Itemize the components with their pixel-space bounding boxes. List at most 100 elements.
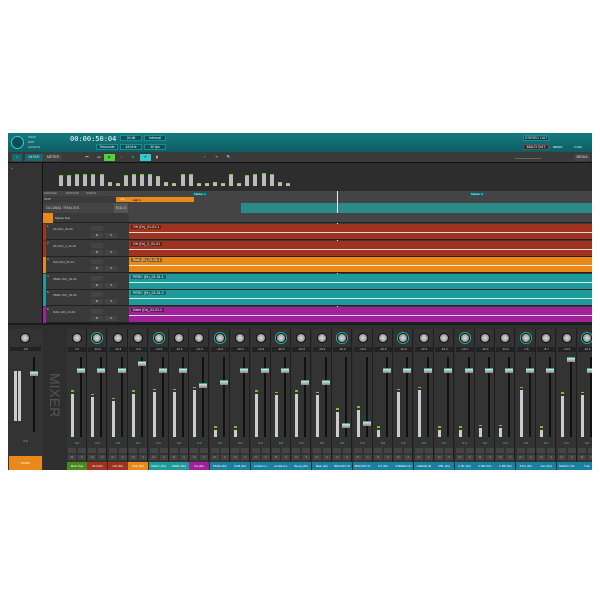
- insert-button[interactable]: [251, 448, 260, 453]
- mute-button[interactable]: M: [91, 249, 103, 255]
- channel-name[interactable]: KBL (Dr): [434, 462, 455, 470]
- track-header[interactable]: 2 OH (Dr)_1_01-01 M S: [43, 240, 129, 257]
- info-button[interactable]: i: [12, 154, 22, 161]
- solo-button[interactable]: S: [78, 455, 86, 460]
- monitor-button[interactable]: [282, 448, 290, 453]
- solo-button[interactable]: S: [506, 455, 515, 460]
- channel-name[interactable]: SHAFLY (D: [556, 462, 577, 470]
- solo-button[interactable]: S: [404, 455, 413, 460]
- clip-label[interactable]: OH (Dr)_01-01.1: [131, 225, 162, 229]
- track-header[interactable]: 5 PERC (Dr)_01-01 M S: [43, 290, 129, 306]
- master-bus-header[interactable]: Master Bus: [43, 213, 129, 223]
- mute-button[interactable]: M: [455, 455, 464, 460]
- solo-button[interactable]: S: [424, 455, 433, 460]
- insert-button[interactable]: [476, 448, 484, 453]
- channel-name[interactable]: BRCAST (P: [332, 462, 353, 470]
- solo-button[interactable]: S: [526, 455, 535, 460]
- volume-fader[interactable]: [321, 379, 330, 385]
- pan-knob[interactable]: [418, 333, 429, 343]
- monitor-button[interactable]: [159, 448, 168, 453]
- solo-button[interactable]: S: [200, 455, 209, 460]
- volume-fader[interactable]: [138, 360, 147, 366]
- channel-name[interactable]: CREVE (D: [413, 462, 434, 470]
- sample-rate-button[interactable]: 48 kHz: [120, 144, 142, 150]
- mixer-tab[interactable]: MIXER: [25, 154, 43, 161]
- channel-name[interactable]: OH (Dr): [87, 462, 108, 470]
- track-lane[interactable]: OH (Dr)_01-01.1: [129, 224, 592, 240]
- monitor-button[interactable]: [241, 448, 250, 453]
- volume-fader[interactable]: [117, 368, 126, 374]
- volume-fader[interactable]: [505, 368, 514, 374]
- monitor-button[interactable]: [486, 448, 494, 453]
- insert-button[interactable]: [374, 448, 382, 453]
- mute-button[interactable]: M: [91, 233, 103, 238]
- track-lane[interactable]: PERC (Dr)_01-01.2: [129, 290, 592, 306]
- channel-name[interactable]: OH (Dr): [107, 462, 128, 470]
- channel-name[interactable]: Tran: [577, 462, 592, 470]
- lock-icon[interactable]: ▮: [153, 154, 161, 161]
- pan-knob[interactable]: [500, 333, 511, 343]
- solo-button[interactable]: S: [282, 455, 290, 460]
- pan-knob[interactable]: [480, 333, 490, 343]
- channel-name[interactable]: BRCAST (P: [352, 462, 373, 470]
- monitor-button[interactable]: [261, 448, 270, 453]
- skip-region[interactable]: skip 4: [129, 197, 194, 202]
- monitor-button[interactable]: [118, 448, 127, 453]
- clip-label[interactable]: Dxbe (Dr)_01-01.1: [131, 307, 164, 312]
- insert-button[interactable]: [435, 448, 444, 453]
- marker-1[interactable]: Marker 1: [192, 192, 208, 196]
- stop-button[interactable]: ■: [129, 154, 137, 161]
- insert-button[interactable]: [68, 448, 76, 453]
- mute-button[interactable]: M: [91, 299, 103, 304]
- solo-button[interactable]: S: [105, 266, 117, 271]
- mute-button[interactable]: M: [353, 455, 362, 460]
- channel-name[interactable]: Kick (Dr): [128, 462, 149, 470]
- solo-button[interactable]: SOLO: [114, 203, 128, 213]
- insert-button[interactable]: [537, 448, 546, 453]
- volume-fader[interactable]: [383, 368, 391, 374]
- mute-button[interactable]: M: [251, 455, 260, 460]
- clip-label[interactable]: Kick (Dr)_01-01.1: [131, 258, 163, 262]
- solo-button[interactable]: S: [105, 315, 117, 321]
- solo-button[interactable]: S: [98, 455, 107, 460]
- loop-region[interactable]: [241, 203, 592, 213]
- channel-name[interactable]: PERC (Dr): [169, 462, 189, 470]
- panel-item[interactable]: ▸: [11, 166, 39, 170]
- record-arm-button[interactable]: [91, 242, 103, 248]
- insert-button[interactable]: [353, 448, 362, 453]
- channel-name[interactable]: Ambient L: [271, 462, 291, 470]
- mute-button[interactable]: M: [129, 455, 138, 460]
- solo-button[interactable]: S: [384, 455, 392, 460]
- monitor-button[interactable]: [384, 448, 392, 453]
- mute-button[interactable]: M: [231, 455, 240, 460]
- insert-button[interactable]: [292, 448, 301, 453]
- volume-fader[interactable]: [485, 368, 493, 374]
- timeline-ruler[interactable]: skip 4 Marker 1 Marker 2: [129, 191, 592, 213]
- clip-label[interactable]: OH (Dr)_2_01-01: [131, 241, 163, 246]
- channel-name[interactable]: Bump (Dr): [291, 462, 312, 470]
- track-header[interactable]: 1 OH (Dr)_01-01 M S: [43, 224, 129, 240]
- meter-tab[interactable]: METER: [44, 154, 62, 161]
- record-arm-button[interactable]: [91, 308, 103, 314]
- volume-fader[interactable]: [362, 420, 371, 426]
- volume-fader[interactable]: [158, 368, 167, 374]
- record-arm-button[interactable]: [91, 275, 103, 281]
- solo-button[interactable]: S: [118, 455, 127, 460]
- track-lane[interactable]: PERC (Dr)_01-01.1: [129, 273, 592, 290]
- mute-button[interactable]: M: [68, 455, 76, 460]
- mute-button[interactable]: M: [537, 455, 546, 460]
- mute-button[interactable]: M: [333, 455, 342, 460]
- mute-button[interactable]: M: [190, 455, 199, 460]
- mute-button[interactable]: M: [435, 455, 444, 460]
- marker-2[interactable]: Marker 2: [469, 192, 485, 196]
- volume-fader[interactable]: [179, 368, 187, 374]
- mute-button[interactable]: M: [91, 266, 103, 271]
- channel-name[interactable]: PERC (Dr): [148, 462, 169, 470]
- window-dropdown[interactable]: WINDOW: [66, 191, 79, 195]
- track-header[interactable]: 4 PERC (Dr)_01-01 M S: [43, 273, 129, 290]
- solo-button[interactable]: S: [547, 455, 556, 460]
- solo-button[interactable]: S: [105, 233, 117, 238]
- volume-fader[interactable]: [342, 423, 351, 428]
- pan-knob[interactable]: [255, 333, 266, 343]
- zoom-tool-icon[interactable]: 🔍: [225, 154, 233, 161]
